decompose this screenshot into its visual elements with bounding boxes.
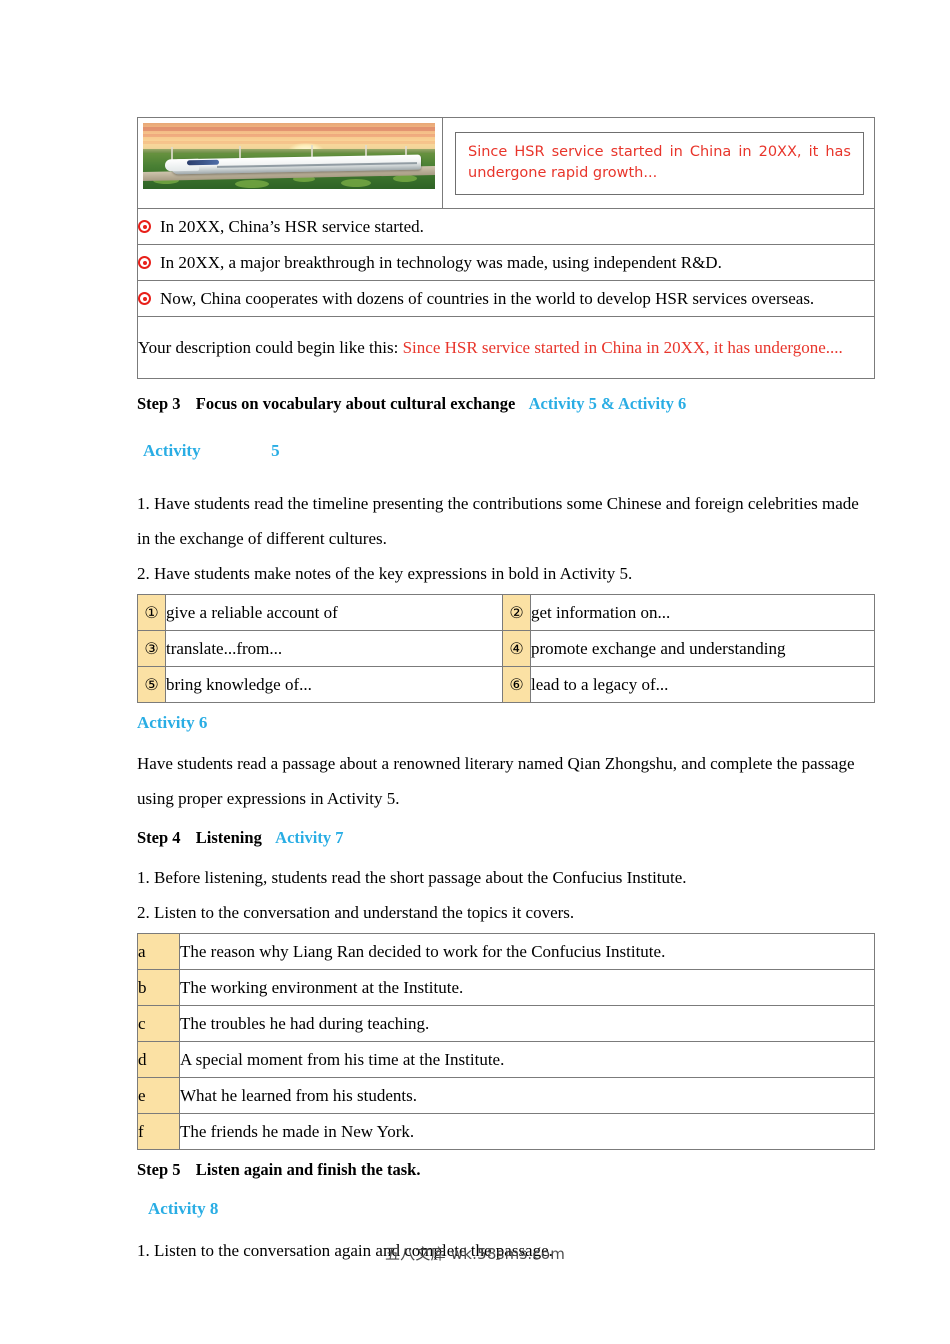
hsr-fact-cell-1: In 20XX, China’s HSR service started. (137, 208, 875, 245)
hsr-media-row: Since HSR service started in China in 20… (137, 117, 875, 209)
expression-number: ④ (502, 630, 531, 667)
topic-letter: a (137, 933, 180, 970)
step4-line2: 2. Listen to the conversation and unders… (137, 903, 575, 922)
expression-number: ② (502, 594, 531, 631)
hsr-quote-text: Since HSR service started in China in 20… (468, 143, 851, 181)
hsr-timeline-table: Since HSR service started in China in 20… (137, 117, 875, 379)
expression-text: translate...from... (165, 630, 503, 667)
topic-letter: c (137, 1005, 180, 1042)
topic-letter: f (137, 1113, 180, 1150)
hsr-fact-row: In 20XX, China’s HSR service started. (137, 208, 875, 245)
hsr-fact-text: In 20XX, a major breakthrough in technol… (160, 252, 722, 272)
step4-heading: Step 4 Listening Activity 7 (137, 827, 874, 849)
site-watermark: 五八文库 wk.58sms.com (384, 1245, 566, 1263)
hsr-quote-box: Since HSR service started in China in 20… (455, 131, 864, 195)
activity6-heading: Activity 6 (137, 713, 208, 732)
activity6-line2: using proper expressions in Activity 5. (137, 789, 400, 808)
step3-activities: Activity 5 & Activity 6 (528, 394, 687, 413)
hsr-fact-text: In 20XX, China’s HSR service started. (160, 216, 424, 236)
hsr-fact-cell-3: Now, China cooperates with dozens of cou… (137, 280, 875, 317)
hsr-fact-row: Now, China cooperates with dozens of cou… (137, 280, 875, 317)
table-row: ③ translate...from... ④ promote exchange… (137, 630, 875, 667)
expression-text: give a reliable account of (165, 594, 503, 631)
expression-text: get information on... (530, 594, 875, 631)
step4-activity: Activity 7 (275, 828, 344, 847)
step3-title: Focus on vocabulary about cultural excha… (195, 394, 516, 413)
expression-number: ⑥ (502, 666, 531, 703)
activity6-line1: Have students read a passage about a ren… (137, 754, 855, 773)
topic-text: The working environment at the Institute… (179, 969, 875, 1006)
table-row: e What he learned from his students. (137, 1077, 875, 1114)
expression-number: ① (137, 594, 166, 631)
activity5-line3: 2. Have students make notes of the key e… (137, 564, 633, 583)
expression-number: ⑤ (137, 666, 166, 703)
activity5-line1: 1. Have students read the timeline prese… (137, 494, 859, 513)
key-expressions-table: ① give a reliable account of ② get infor… (137, 594, 875, 703)
hsr-fact-cell-2: In 20XX, a major breakthrough in technol… (137, 244, 875, 281)
expression-text: bring knowledge of... (165, 666, 503, 703)
topic-text: What he learned from his students. (179, 1077, 875, 1114)
hsr-fact-text: Now, China cooperates with dozens of cou… (160, 288, 815, 308)
step3-label: Step 3 (137, 394, 181, 413)
table-row: b The working environment at the Institu… (137, 969, 875, 1006)
step4-line1: 1. Before listening, students read the s… (137, 868, 687, 887)
table-row: f The friends he made in New York. (137, 1113, 875, 1150)
description-sample: Since HSR service started in China in 20… (402, 338, 843, 357)
expression-text: lead to a legacy of... (530, 666, 875, 703)
step5-heading: Step 5 Listen again and finish the task. (137, 1159, 874, 1181)
activity5-line2: in the exchange of different cultures. (137, 529, 387, 548)
activity8-heading: Activity 8 (148, 1199, 219, 1218)
topic-letter: e (137, 1077, 180, 1114)
table-row: ① give a reliable account of ② get infor… (137, 594, 875, 631)
target-bullet-icon (138, 292, 151, 305)
train-photo-cell (137, 117, 443, 209)
table-row: a The reason why Liang Ran decided to wo… (137, 933, 875, 970)
topic-text: A special moment from his time at the In… (179, 1041, 875, 1078)
step5-label: Step 5 (137, 1160, 181, 1179)
hsr-quote-cell: Since HSR service started in China in 20… (442, 117, 875, 209)
topic-text: The troubles he had during teaching. (179, 1005, 875, 1042)
description-prompt: Your description could begin like this: (138, 338, 399, 357)
target-bullet-icon (138, 256, 151, 269)
listening-topics-table: a The reason why Liang Ran decided to wo… (137, 933, 875, 1150)
table-row: ⑤ bring knowledge of... ⑥ lead to a lega… (137, 666, 875, 703)
activity5-heading-word: Activity (143, 441, 201, 460)
step5-title: Listen again and finish the task. (195, 1160, 421, 1179)
expression-number: ③ (137, 630, 166, 667)
topic-letter: d (137, 1041, 180, 1078)
expression-text: promote exchange and understanding (530, 630, 875, 667)
activity5-heading: Activity 5 (143, 440, 874, 462)
step4-title: Listening (195, 828, 262, 847)
hsr-fact-row: In 20XX, a major breakthrough in technol… (137, 244, 875, 281)
topic-text: The reason why Liang Ran decided to work… (179, 933, 875, 970)
topic-text: The friends he made in New York. (179, 1113, 875, 1150)
step4-label: Step 4 (137, 828, 181, 847)
topic-letter: b (137, 969, 180, 1006)
document-content: Since HSR service started in China in 20… (137, 117, 875, 1268)
table-row: d A special moment from his time at the … (137, 1041, 875, 1078)
step3-heading: Step 3 Focus on vocabulary about cultura… (137, 393, 874, 415)
document-page: Since HSR service started in China in 20… (0, 0, 950, 1344)
high-speed-train-image (143, 123, 435, 189)
hsr-description-row: Your description could begin like this: … (137, 316, 875, 379)
hsr-description-cell: Your description could begin like this: … (137, 316, 875, 379)
table-row: c The troubles he had during teaching. (137, 1005, 875, 1042)
target-bullet-icon (138, 220, 151, 233)
activity5-heading-number: 5 (271, 441, 280, 460)
